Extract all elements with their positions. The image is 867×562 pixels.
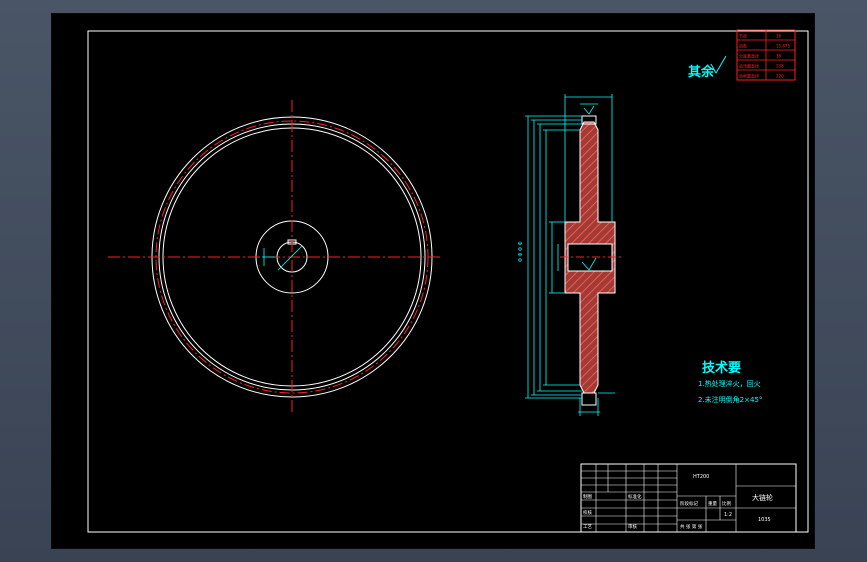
bore-dim-line xyxy=(277,245,303,271)
params-row-label: 分度圆直径 xyxy=(739,53,759,59)
tb-material: HT200 xyxy=(693,474,709,480)
tb-label-a: 制图 xyxy=(583,493,592,500)
params-row-value: 16 xyxy=(776,34,782,39)
tech-req-line-1: 1.热处理淬火，回火 xyxy=(698,379,761,388)
params-row-value: 220 xyxy=(776,74,784,79)
tb-label-f: 阶段标记 xyxy=(680,500,698,507)
params-row-value: 15.875 xyxy=(776,44,790,49)
tech-req-title: 技术要 xyxy=(702,360,741,376)
top-roughness-mark xyxy=(583,105,595,115)
cad-drawing: Φ Φ Φ Φ 其余 节距 16齿数 15.875分度圆直径 38齿顶圆直径 2… xyxy=(87,29,809,533)
title-block: HT200 大链轮 制图 标准化 校核 工艺 审核 阶段标记 重量 比例 1:2… xyxy=(580,463,797,533)
tb-label-d: 工艺 xyxy=(583,524,592,530)
tech-requirements: 技术要 1.热处理淬火，回火 2.未注明倒角2×45° xyxy=(698,360,762,404)
section-view: Φ Φ Φ Φ xyxy=(518,94,622,416)
roughness-label: 其余 xyxy=(688,64,715,80)
tb-scale: 1:2 xyxy=(724,512,732,518)
params-row-label: 节距 xyxy=(739,34,747,39)
front-view xyxy=(108,100,440,412)
tb-label-g: 重量 xyxy=(708,500,717,507)
tb-label-c: 审核 xyxy=(628,523,637,530)
params-row-label: 齿顶圆直径 xyxy=(739,63,759,69)
params-table: 节距 16 齿数 15.875 分度圆直径 38 齿顶圆直径 238 齿根圆直径 220 xyxy=(736,29,796,81)
tb-label-e: 标准化 xyxy=(628,493,642,500)
tb-sheets: 共 张 第 张 xyxy=(680,523,703,530)
tb-part-name: 大链轮 xyxy=(752,493,773,502)
params-row-value: 238 xyxy=(776,64,784,69)
tooth-bottom xyxy=(581,392,597,406)
tb-code: 1035 xyxy=(758,517,771,523)
outer-frame xyxy=(87,30,809,533)
roughness-note: 其余 xyxy=(688,55,727,80)
cad-window: Φ Φ Φ Φ 其余 节距 16 齿数 15.875 分度圆直径 38 齿顶圆直… xyxy=(0,0,867,562)
params-row-value: 38 xyxy=(776,54,782,59)
tech-req-line-2: 2.未注明倒角2×45° xyxy=(698,395,762,404)
params-row-label: 齿数 xyxy=(739,43,747,49)
section-bore xyxy=(567,243,613,272)
params-row-label: 齿根圆直径 xyxy=(739,73,759,79)
tb-label-h: 比例 xyxy=(722,500,731,507)
tb-label-b: 校核 xyxy=(583,509,592,516)
dim-texts-left: Φ Φ Φ Φ xyxy=(518,241,524,262)
